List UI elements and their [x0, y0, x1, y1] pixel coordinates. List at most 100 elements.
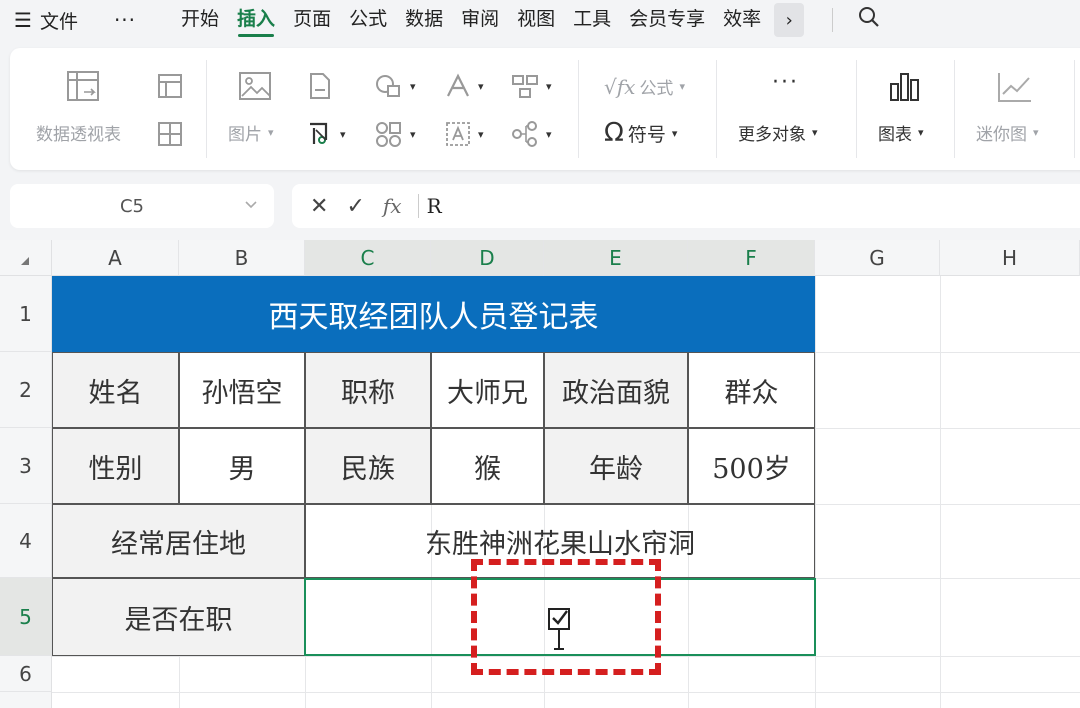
- spreadsheet-grid[interactable]: A B C D E F G H 1 2 3 4 5 6 西天取经团队人员登记表 …: [0, 240, 1080, 708]
- ribbon-divider: [716, 60, 717, 158]
- row-header-7[interactable]: [0, 692, 52, 708]
- icons-button[interactable]: ▾: [374, 120, 416, 148]
- insert-formula-label: 公式: [639, 79, 674, 99]
- cell-d2[interactable]: 大师兄: [431, 352, 544, 428]
- formula-input[interactable]: R: [427, 194, 442, 218]
- formula-actions: ✕ ✓ fx: [310, 194, 402, 219]
- column-header-e[interactable]: E: [544, 240, 688, 276]
- ribbon-tabs: 开始 插入 页面 公式 数据 审阅 视图 工具 会员专享 效率: [172, 0, 770, 40]
- column-header-a[interactable]: A: [52, 240, 179, 276]
- omega-icon: Ω: [604, 118, 624, 148]
- tab-view[interactable]: 视图: [508, 0, 564, 40]
- picture-button[interactable]: 图片 ▾: [228, 120, 274, 145]
- cell-c2[interactable]: 职称: [305, 352, 431, 428]
- row-header-2[interactable]: 2: [0, 352, 52, 428]
- row-header-4[interactable]: 4: [0, 504, 52, 578]
- cell-b2[interactable]: 孙悟空: [179, 352, 305, 428]
- tab-efficiency[interactable]: 效率: [714, 0, 770, 40]
- row-header-1[interactable]: 1: [0, 276, 52, 352]
- pivot-chart-icon[interactable]: [156, 72, 184, 100]
- column-header-g[interactable]: G: [815, 240, 940, 276]
- cell-d3[interactable]: 猴: [431, 428, 544, 504]
- more-objects-button[interactable]: 更多对象 ▾: [738, 120, 818, 145]
- textbox-button[interactable]: ▾: [444, 120, 484, 148]
- chart-label: 图表: [878, 125, 912, 145]
- chart-icon[interactable]: [888, 70, 922, 104]
- fx-icon: √fx: [604, 74, 636, 99]
- tab-formula[interactable]: 公式: [340, 0, 396, 40]
- tabs-scroll-right-button[interactable]: ›: [774, 3, 805, 37]
- chevron-down-icon: ▾: [1033, 126, 1039, 139]
- tab-member[interactable]: 会员专享: [620, 0, 714, 40]
- row-header-5[interactable]: 5: [0, 578, 52, 656]
- smartart-button[interactable]: ▾: [510, 72, 552, 100]
- chevron-down-icon: ▾: [671, 126, 678, 140]
- column-header-b[interactable]: B: [179, 240, 305, 276]
- cell-a3[interactable]: 性别: [52, 428, 179, 504]
- tab-home[interactable]: 开始: [172, 0, 228, 40]
- row-header-3[interactable]: 3: [0, 428, 52, 504]
- art-text-button[interactable]: ▾: [444, 72, 484, 100]
- menu-bar: ☰ 文件 ··· 开始 插入 页面 公式 数据 审阅 视图 工具 会员专享 效率…: [0, 0, 1080, 40]
- cell-f2[interactable]: 群众: [688, 352, 815, 428]
- chevron-down-icon: ▾: [340, 127, 346, 141]
- picture-button-label: 图片: [228, 125, 262, 145]
- cell-a5[interactable]: 是否在职: [52, 578, 305, 656]
- table-title[interactable]: 西天取经团队人员登记表: [52, 276, 815, 352]
- file-menu-label: 文件: [39, 10, 78, 33]
- shapes-button[interactable]: ▾: [374, 72, 416, 100]
- pivot-table-icon[interactable]: [66, 70, 102, 104]
- picture-icon[interactable]: [238, 70, 274, 104]
- ribbon-divider: [856, 60, 857, 158]
- screenshot-button[interactable]: ▾: [306, 120, 346, 148]
- tab-review[interactable]: 审阅: [452, 0, 508, 40]
- ribbon-insert: 数据透视表 图片 ▾ ▾ ▾ ▾ ▾ ▾ ▾ ▾ √fx 公式 ▾ Ω 符号 ▾: [10, 48, 1080, 170]
- symbol-label: 符号: [627, 123, 666, 146]
- column-header-h[interactable]: H: [940, 240, 1080, 276]
- tab-insert[interactable]: 插入: [228, 0, 284, 40]
- name-box[interactable]: C5: [10, 184, 274, 228]
- ribbon-divider: [206, 60, 207, 158]
- insert-formula-button[interactable]: √fx 公式 ▾: [604, 74, 685, 100]
- chevron-down-icon: ▾: [918, 126, 924, 139]
- flowchart-button[interactable]: ▾: [510, 120, 552, 148]
- confirm-icon[interactable]: ✓: [346, 194, 364, 219]
- sparkline-button[interactable]: 迷你图 ▾: [976, 120, 1039, 145]
- cancel-icon[interactable]: ✕: [310, 194, 328, 219]
- more-objects-icon[interactable]: ···: [772, 70, 799, 95]
- cell-a2[interactable]: 姓名: [52, 352, 179, 428]
- file-menu[interactable]: ☰ 文件: [14, 7, 78, 34]
- cell-a4[interactable]: 经常居住地: [52, 504, 305, 578]
- sparkline-icon[interactable]: [996, 70, 1034, 104]
- tab-data[interactable]: 数据: [396, 0, 452, 40]
- cell-f3[interactable]: 500岁: [688, 428, 815, 504]
- column-header-c[interactable]: C: [305, 240, 431, 276]
- cell-e3[interactable]: 年龄: [544, 428, 688, 504]
- chevron-down-icon[interactable]: [244, 199, 274, 213]
- cell-reference: C5: [119, 195, 145, 217]
- column-header-d[interactable]: D: [431, 240, 544, 276]
- tab-tools[interactable]: 工具: [564, 0, 620, 40]
- fx-icon[interactable]: fx: [383, 194, 402, 218]
- pivot-table-button[interactable]: 数据透视表: [36, 120, 121, 145]
- file-icon[interactable]: [308, 72, 332, 100]
- symbol-button[interactable]: Ω 符号 ▾: [604, 118, 677, 148]
- cell-b3[interactable]: 男: [179, 428, 305, 504]
- chevron-down-icon: ▾: [268, 126, 274, 139]
- search-icon[interactable]: [857, 5, 881, 35]
- chevron-down-icon: ▾: [546, 79, 552, 93]
- table-icon[interactable]: [156, 120, 184, 148]
- chevron-down-icon: ▾: [410, 127, 416, 141]
- ribbon-divider: [1074, 60, 1075, 158]
- chart-button[interactable]: 图表 ▾: [878, 120, 924, 145]
- checkbox-icon[interactable]: [546, 606, 576, 656]
- select-all-corner[interactable]: [0, 240, 52, 276]
- hamburger-icon: ☰: [14, 8, 32, 32]
- tab-page[interactable]: 页面: [284, 0, 340, 40]
- cell-e2[interactable]: 政治面貌: [544, 352, 688, 428]
- more-objects-label: 更多对象: [738, 125, 806, 145]
- cell-c3[interactable]: 民族: [305, 428, 431, 504]
- column-header-f[interactable]: F: [688, 240, 815, 276]
- row-header-6[interactable]: 6: [0, 656, 52, 692]
- more-menu-button[interactable]: ···: [114, 8, 136, 32]
